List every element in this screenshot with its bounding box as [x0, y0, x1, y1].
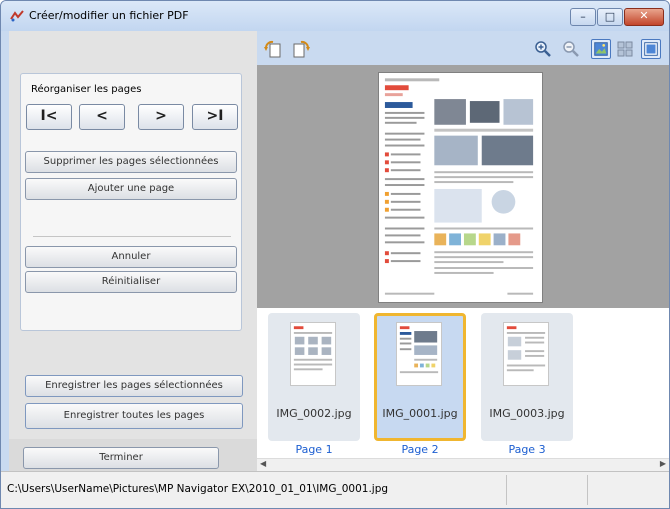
prev-page-button[interactable]: < — [79, 104, 125, 130]
close-icon: ✕ — [639, 9, 649, 22]
minimize-button[interactable]: – — [570, 8, 596, 26]
last-page-button[interactable]: >I — [192, 104, 238, 130]
page-preview — [378, 72, 543, 303]
scroll-right-icon[interactable]: ▶ — [660, 459, 666, 468]
page-preview-area[interactable] — [257, 65, 669, 308]
reorder-title: Réorganiser les pages — [31, 84, 142, 95]
thumbnail-image — [396, 322, 442, 386]
thumbnail-file-name: IMG_0001.jpg — [382, 407, 458, 420]
add-page-button[interactable]: Ajouter une page — [25, 178, 237, 200]
left-top-strip — [9, 31, 257, 65]
thumbnail-strip: IMG_0002.jpg Page 1 IMG_0001.jpg Page 2 — [257, 308, 669, 458]
window-title: Créer/modifier un fichier PDF — [29, 9, 189, 22]
finish-button[interactable]: Terminer — [23, 447, 219, 469]
thumbnail-image — [290, 322, 336, 386]
save-selected-pages-button[interactable]: Enregistrer les pages sélectionnées — [25, 375, 243, 397]
next-page-button[interactable]: > — [138, 104, 184, 130]
single-page-view-icon[interactable] — [591, 39, 611, 59]
rotate-left-icon[interactable] — [263, 39, 283, 59]
thumbnail-page-3[interactable]: IMG_0003.jpg — [481, 313, 573, 441]
pdf-editor-window: Créer/modifier un fichier PDF – □ ✕ Réor… — [0, 0, 670, 509]
title-bar: Créer/modifier un fichier PDF – □ ✕ — [1, 1, 669, 31]
save-all-pages-button[interactable]: Enregistrer toutes les pages — [25, 403, 243, 429]
zoom-in-icon[interactable] — [533, 39, 553, 59]
rotate-right-icon[interactable] — [291, 39, 311, 59]
status-divider — [506, 475, 507, 505]
cancel-button[interactable]: Annuler — [25, 246, 237, 268]
first-page-button[interactable]: I< — [26, 104, 72, 130]
fit-page-icon[interactable] — [641, 39, 661, 59]
reorder-group: Réorganiser les pages I< < > >I Supprime… — [20, 73, 242, 331]
close-button[interactable]: ✕ — [624, 8, 664, 26]
view-toolbar — [257, 31, 669, 65]
prev-page-icon: < — [96, 108, 108, 124]
app-icon — [10, 10, 24, 22]
thumbnail-image — [503, 322, 549, 386]
thumbnail-view-icon[interactable] — [615, 39, 635, 59]
left-panel: Réorganiser les pages I< < > >I Supprime… — [9, 31, 257, 471]
status-divider — [587, 475, 588, 505]
reset-button[interactable]: Réinitialiser — [25, 271, 237, 293]
next-page-icon: > — [155, 108, 167, 124]
maximize-button[interactable]: □ — [597, 8, 623, 26]
zoom-out-icon[interactable] — [561, 39, 581, 59]
status-bar: C:\Users\UserName\Pictures\MP Navigator … — [1, 471, 669, 508]
status-file-path: C:\Users\UserName\Pictures\MP Navigator … — [7, 483, 389, 495]
horizontal-scrollbar[interactable]: ◀ ▶ — [257, 458, 669, 471]
thumbnail-page-label: Page 1 — [295, 443, 333, 456]
thumbnail-page-1[interactable]: IMG_0002.jpg — [268, 313, 360, 441]
minimize-icon: – — [580, 10, 586, 23]
thumbnail-page-label: Page 3 — [508, 443, 546, 456]
thumbnail-file-name: IMG_0003.jpg — [489, 407, 565, 420]
thumbnail-page-2[interactable]: IMG_0001.jpg — [374, 313, 466, 441]
first-page-icon: I< — [40, 108, 58, 124]
maximize-icon: □ — [604, 10, 616, 23]
delete-selected-pages-button[interactable]: Supprimer les pages sélectionnées — [25, 151, 237, 173]
scroll-left-icon[interactable]: ◀ — [260, 459, 266, 468]
separator — [33, 236, 231, 237]
last-page-icon: >I — [206, 108, 224, 124]
thumbnail-file-name: IMG_0002.jpg — [276, 407, 352, 420]
thumbnail-page-label: Page 2 — [401, 443, 439, 456]
